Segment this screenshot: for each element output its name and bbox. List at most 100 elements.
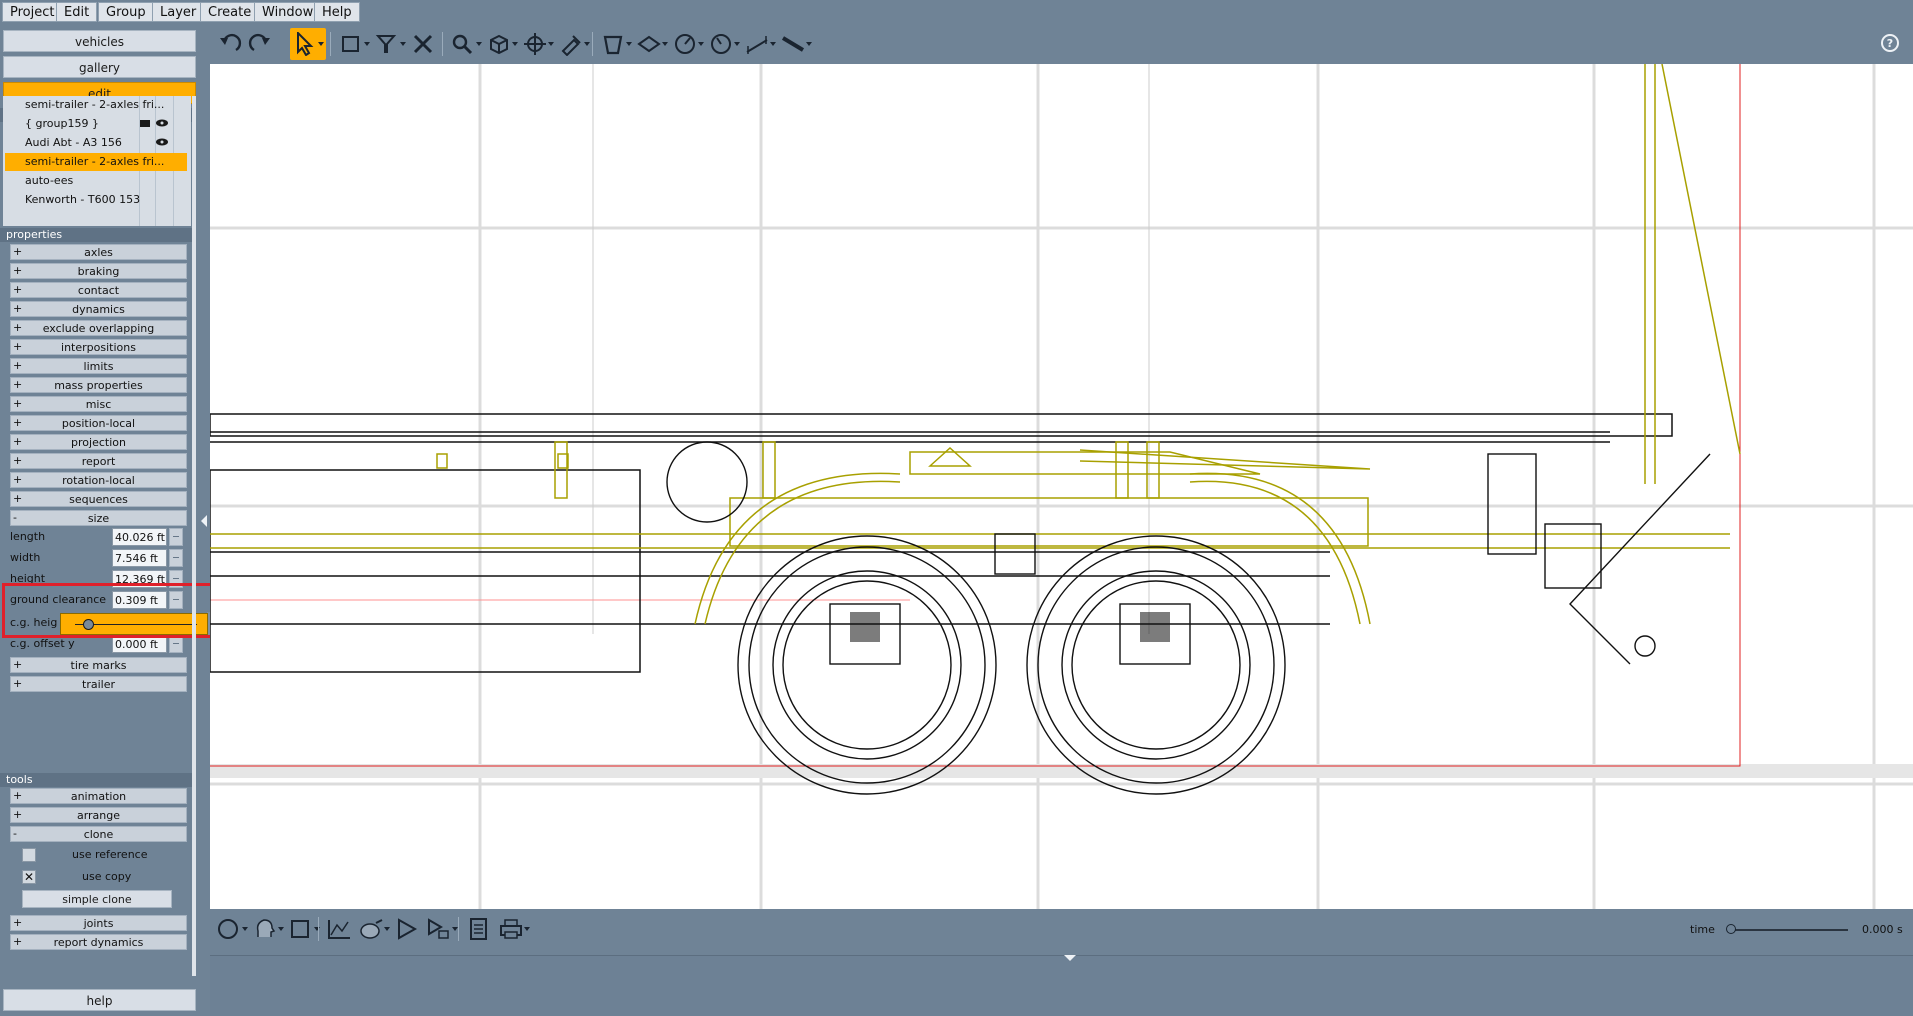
bucket-button[interactable]	[598, 28, 634, 60]
property-label: joints	[83, 917, 114, 930]
property-exclude-overlapping[interactable]: + exclude overlapping	[10, 320, 187, 336]
paint-button[interactable]	[556, 28, 592, 60]
surface-button[interactable]	[634, 28, 670, 60]
property-label: axles	[84, 246, 113, 259]
property-report[interactable]: + report	[10, 453, 187, 469]
property-contact[interactable]: + contact	[10, 282, 187, 298]
property-joints[interactable]: + joints	[10, 915, 187, 931]
property-arrange[interactable]: + arrange	[10, 807, 187, 823]
property-position-local[interactable]: + position-local	[10, 415, 187, 431]
graph-icon	[328, 920, 350, 939]
simple-clone-button[interactable]: simple clone	[22, 890, 172, 908]
expand-plus-icon: +	[13, 340, 23, 353]
play-button[interactable]	[392, 913, 428, 945]
left-scrollbar[interactable]	[192, 96, 196, 976]
property-report-dynamics[interactable]: + report dynamics	[10, 934, 187, 950]
property-clone[interactable]: - clone	[10, 826, 187, 842]
menu-help[interactable]: Help	[314, 2, 360, 22]
help-panel-button[interactable]: help	[3, 989, 196, 1011]
use-copy-checkbox[interactable]: ✕	[22, 870, 36, 884]
time-slider[interactable]	[1728, 929, 1848, 931]
use-reference-checkbox[interactable]	[22, 848, 36, 862]
property-limits[interactable]: + limits	[10, 358, 187, 374]
filter-icon	[375, 35, 397, 53]
visibility-eye-icon	[156, 138, 168, 146]
rectangle-select-button[interactable]	[336, 28, 372, 60]
gallery-button[interactable]: gallery	[3, 56, 196, 78]
move-button[interactable]	[520, 28, 556, 60]
pointer-arrow-icon	[297, 32, 314, 56]
menu-window[interactable]: Window	[254, 2, 322, 22]
properties-header: properties	[0, 228, 196, 242]
time-slider-knob[interactable]	[1726, 924, 1736, 934]
filter-button[interactable]	[372, 28, 408, 60]
list-item-selected[interactable]: semi-trailer - 2-axles fri...	[5, 153, 187, 171]
undo-button[interactable]	[214, 28, 250, 60]
main-toolbar	[210, 24, 1913, 64]
collapse-left-icon[interactable]	[200, 514, 208, 528]
list-item[interactable]: semi-trailer - 2-axles fri...	[5, 96, 187, 114]
expand-plus-icon: +	[13, 492, 23, 505]
property-projection[interactable]: + projection	[10, 434, 187, 450]
use-copy-label: use copy	[82, 870, 132, 883]
head-profile-icon	[256, 919, 276, 937]
help-question-icon: ?	[1881, 34, 1899, 52]
dimension-button[interactable]	[742, 28, 778, 60]
property-label: limits	[83, 360, 114, 373]
zoom-button[interactable]	[448, 28, 484, 60]
property-tire-marks[interactable]: + tire marks	[10, 657, 187, 673]
redo-button[interactable]	[246, 28, 282, 60]
list-item[interactable]: Kenworth - T600 153	[5, 191, 187, 209]
property-rotation-local[interactable]: + rotation-local	[10, 472, 187, 488]
view-cube-button[interactable]	[484, 28, 520, 60]
measure-angle-button[interactable]	[670, 28, 706, 60]
property-trailer[interactable]: + trailer	[10, 676, 187, 692]
length-spinner[interactable]	[169, 528, 183, 546]
property-size[interactable]: - size	[10, 510, 187, 526]
menu-project[interactable]: Project	[2, 2, 63, 22]
print-button[interactable]	[496, 913, 532, 945]
step-button[interactable]	[424, 913, 460, 945]
expand-plus-icon: +	[13, 397, 23, 410]
property-label: animation	[70, 790, 127, 803]
property-label: tire marks	[70, 659, 127, 672]
square-shape-button[interactable]	[286, 913, 322, 945]
graph-button[interactable]	[324, 913, 360, 945]
circle-shape-button[interactable]	[214, 913, 250, 945]
property-axles[interactable]: + axles	[10, 244, 187, 260]
dimension-icon	[746, 36, 768, 54]
property-animation[interactable]: + animation	[10, 788, 187, 804]
camera-button[interactable]	[356, 913, 392, 945]
property-misc[interactable]: + misc	[10, 396, 187, 412]
vehicles-button[interactable]: vehicles	[3, 30, 196, 52]
property-mass-properties[interactable]: + mass properties	[10, 377, 187, 393]
width-spinner[interactable]	[169, 549, 183, 567]
property-label: sequences	[69, 493, 128, 506]
menu-layer[interactable]: Layer	[152, 2, 205, 22]
select-tool-button[interactable]	[290, 28, 326, 60]
help-button[interactable]: ?	[1879, 32, 1905, 61]
menu-edit[interactable]: Edit	[56, 2, 98, 22]
width-label: width	[10, 551, 41, 564]
expand-plus-icon: +	[13, 808, 23, 821]
delete-button[interactable]	[408, 28, 444, 60]
measure-speed-button[interactable]	[706, 28, 742, 60]
list-item[interactable]: auto-ees	[5, 172, 187, 190]
property-interpositions[interactable]: + interpositions	[10, 339, 187, 355]
property-sequences[interactable]: + sequences	[10, 491, 187, 507]
width-field[interactable]: 7.546 ft	[112, 549, 167, 567]
magnifier-icon	[452, 34, 473, 55]
length-field[interactable]: 40.026 ft	[112, 528, 167, 546]
menu-group[interactable]: Group	[98, 2, 154, 22]
expand-down-icon[interactable]	[1063, 953, 1077, 963]
ruler-button[interactable]	[778, 28, 814, 60]
timeline-panel	[210, 955, 1913, 1016]
drawing-canvas[interactable]	[210, 64, 1913, 909]
brush-icon	[561, 35, 581, 56]
time-label: time	[1690, 923, 1715, 936]
property-braking[interactable]: + braking	[10, 263, 187, 279]
menu-create[interactable]: Create	[200, 2, 260, 22]
report-button[interactable]	[464, 913, 500, 945]
property-dynamics[interactable]: + dynamics	[10, 301, 187, 317]
head-button[interactable]	[250, 913, 286, 945]
